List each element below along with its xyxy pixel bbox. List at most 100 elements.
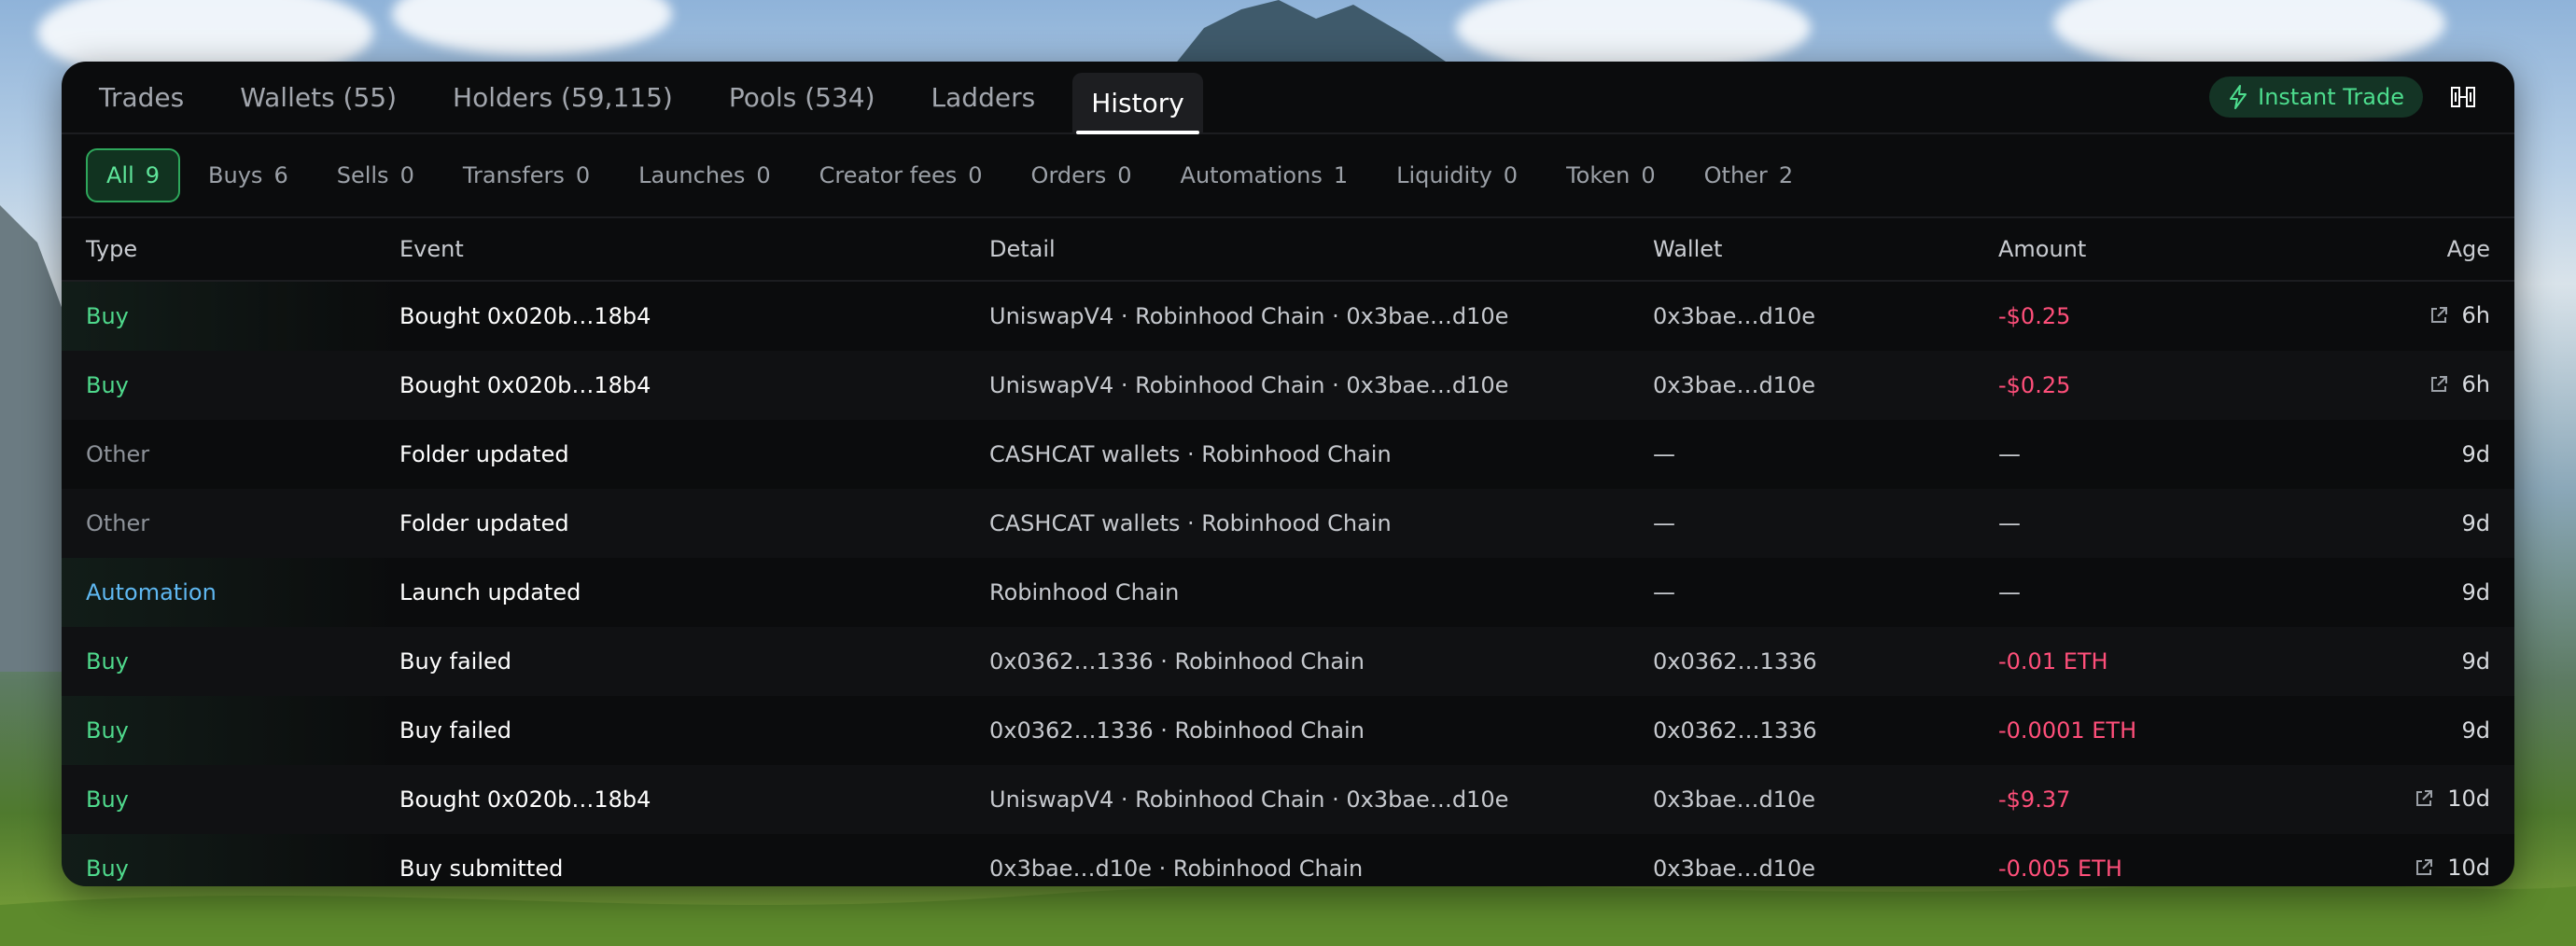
wallet-address[interactable]: 0x0362…1336: [1653, 648, 1817, 675]
filter-count: 0: [1503, 162, 1519, 188]
amount-value: -$9.37: [1998, 786, 2071, 813]
wallet-address[interactable]: 0x0362…1336: [1653, 717, 1817, 744]
tab-holders[interactable]: Holders (59,115): [453, 62, 673, 132]
filter-creator-fees[interactable]: Creator fees 0: [795, 150, 1007, 201]
event-label: Buy failed: [399, 717, 511, 744]
cell-detail: 0x0362…1336 · Robinhood Chain: [988, 627, 1652, 696]
filter-transfers[interactable]: Transfers 0: [439, 150, 614, 201]
table-row[interactable]: Buy Bought 0x020b…18b4 UniswapV4 · Robin…: [62, 765, 2514, 834]
detail-text: UniswapV4 · Robinhood Chain · 0x3bae…d10…: [989, 372, 1509, 398]
type-label: Buy: [86, 648, 129, 675]
filter-buys[interactable]: Buys 6: [184, 150, 313, 201]
filter-all[interactable]: All 9: [86, 148, 181, 202]
wallet-address[interactable]: 0x3bae…d10e: [1653, 856, 1815, 882]
age-value: 9d: [2461, 717, 2490, 744]
cell-age: 9d: [2279, 696, 2514, 765]
filter-label: Orders: [1030, 162, 1107, 188]
filter-other[interactable]: Other 2: [1680, 150, 1817, 201]
cloud-decoration: [392, 0, 672, 56]
age-value: 9d: [2461, 441, 2490, 467]
cell-event: Bought 0x020b…18b4: [399, 765, 988, 834]
column-header-wallet[interactable]: Wallet: [1652, 218, 1997, 282]
age-value: 9d: [2461, 579, 2490, 605]
cell-amount: -0.01 ETH: [1997, 627, 2279, 696]
wallet-address: —: [1653, 441, 1675, 467]
cell-event: Bought 0x020b…18b4: [399, 281, 988, 351]
age-value: 10d: [2447, 785, 2490, 812]
filter-count: 0: [1117, 162, 1132, 188]
cell-age: 6h: [2279, 281, 2514, 351]
external-link-icon[interactable]: [2429, 305, 2449, 326]
cell-amount: -0.0001 ETH: [1997, 696, 2279, 765]
table-row[interactable]: Buy Buy failed 0x0362…1336 · Robinhood C…: [62, 696, 2514, 765]
cell-type: Automation: [62, 558, 399, 627]
tab-history[interactable]: History: [1072, 73, 1203, 134]
cell-detail: Robinhood Chain: [988, 558, 1652, 627]
column-header-detail[interactable]: Detail: [988, 218, 1652, 282]
table-row[interactable]: Automation Launch updated Robinhood Chai…: [62, 558, 2514, 627]
tab-pools[interactable]: Pools (534): [729, 62, 875, 132]
external-link-icon[interactable]: [2429, 374, 2449, 395]
cell-detail: 0x0362…1336 · Robinhood Chain: [988, 696, 1652, 765]
filter-liquidity[interactable]: Liquidity 0: [1372, 150, 1542, 201]
filter-automations[interactable]: Automations 1: [1156, 150, 1373, 201]
table-row[interactable]: Buy Buy submitted 0x3bae…d10e · Robinhoo…: [62, 834, 2514, 886]
column-settings-icon[interactable]: [2449, 83, 2477, 111]
tab-trades[interactable]: Trades: [99, 62, 184, 132]
cell-event: Launch updated: [399, 558, 988, 627]
cell-detail: UniswapV4 · Robinhood Chain · 0x3bae…d10…: [988, 351, 1652, 420]
table-row[interactable]: Buy Buy failed 0x0362…1336 · Robinhood C…: [62, 627, 2514, 696]
filter-count: 1: [1333, 162, 1349, 188]
wallet-address[interactable]: 0x3bae…d10e: [1653, 372, 1815, 398]
cell-type: Buy: [62, 696, 399, 765]
cell-type: Buy: [62, 281, 399, 351]
wallet-address[interactable]: 0x3bae…d10e: [1653, 303, 1815, 329]
filter-count: 0: [756, 162, 771, 188]
cell-wallet: —: [1652, 489, 1997, 558]
filter-count: 0: [399, 162, 414, 188]
table-row[interactable]: Other Folder updated CASHCAT wallets · R…: [62, 489, 2514, 558]
filter-sells[interactable]: Sells 0: [313, 150, 439, 201]
amount-value: -$0.25: [1998, 303, 2071, 329]
cell-amount: —: [1997, 558, 2279, 627]
wallet-address: —: [1653, 579, 1675, 605]
filter-chip-bar: All 9 Buys 6 Sells 0 Transfers 0 Launches 0 C…: [62, 134, 2514, 218]
filter-token[interactable]: Token 0: [1542, 150, 1680, 201]
column-header-age[interactable]: Age: [2279, 218, 2514, 282]
column-header-type[interactable]: Type: [62, 218, 399, 282]
tab-ladders[interactable]: Ladders: [931, 62, 1036, 132]
tab-wallets[interactable]: Wallets (55): [240, 62, 397, 132]
column-header-event[interactable]: Event: [399, 218, 988, 282]
cell-age: 10d: [2279, 765, 2514, 834]
wallet-address[interactable]: 0x3bae…d10e: [1653, 786, 1815, 813]
amount-value: -$0.25: [1998, 372, 2071, 398]
filter-label: Creator fees: [819, 162, 958, 188]
cell-amount: -0.005 ETH: [1997, 834, 2279, 886]
age-value: 6h: [2461, 370, 2490, 397]
cell-age: 10d: [2279, 834, 2514, 886]
filter-label: Token: [1566, 162, 1631, 188]
tab-bar: Trades Wallets (55) Holders (59,115) Poo…: [62, 62, 2514, 134]
cell-age: 9d: [2279, 420, 2514, 489]
column-header-amount[interactable]: Amount: [1997, 218, 2279, 282]
filter-launches[interactable]: Launches 0: [614, 150, 794, 201]
external-link-icon[interactable]: [2414, 788, 2434, 809]
event-label: Bought 0x020b…18b4: [399, 303, 651, 329]
event-label: Folder updated: [399, 441, 569, 467]
filter-label: Launches: [638, 162, 746, 188]
table-header-row: Type Event Detail Wallet Amount Age: [62, 218, 2514, 282]
cell-wallet: 0x3bae…d10e: [1652, 351, 1997, 420]
instant-trade-button[interactable]: Instant Trade: [2209, 77, 2423, 118]
cell-event: Folder updated: [399, 489, 988, 558]
event-label: Buy submitted: [399, 856, 564, 882]
age-value: 6h: [2461, 301, 2490, 328]
external-link-icon[interactable]: [2414, 857, 2434, 878]
cell-amount: —: [1997, 420, 2279, 489]
table-row[interactable]: Other Folder updated CASHCAT wallets · R…: [62, 420, 2514, 489]
filter-label: Buys: [208, 162, 263, 188]
cell-type: Buy: [62, 627, 399, 696]
table-row[interactable]: Buy Bought 0x020b…18b4 UniswapV4 · Robin…: [62, 281, 2514, 351]
filter-orders[interactable]: Orders 0: [1007, 150, 1156, 201]
cell-type: Buy: [62, 351, 399, 420]
table-row[interactable]: Buy Bought 0x020b…18b4 UniswapV4 · Robin…: [62, 351, 2514, 420]
